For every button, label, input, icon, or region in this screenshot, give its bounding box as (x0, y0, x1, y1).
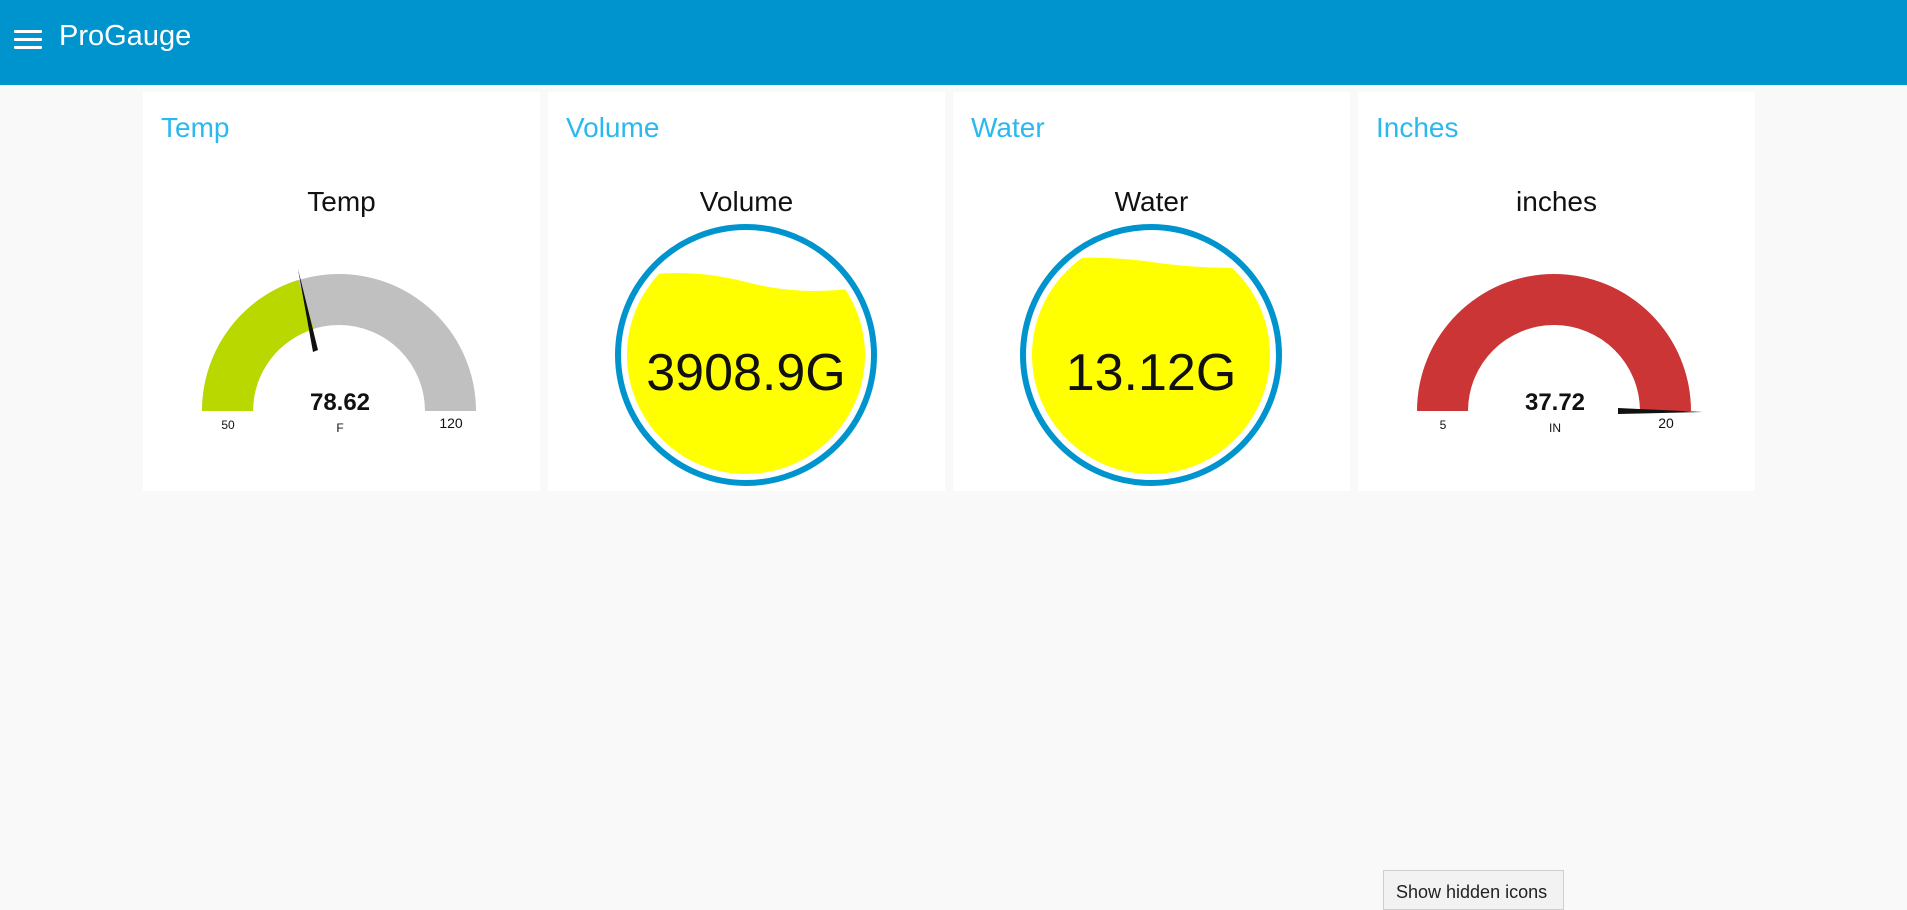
gauge-units: F (336, 421, 343, 435)
card-temp: Temp Temp 78.62 F 50 120 (143, 92, 540, 491)
card-inches: Inches inches 37.72 IN 5 20 (1358, 92, 1755, 491)
header-bar: ProGauge (0, 0, 1907, 85)
gauge-fill (201, 280, 314, 411)
gauge-value: 37.72 (1525, 389, 1585, 416)
app-title: ProGauge (59, 20, 192, 52)
level-value: 3908.9G (646, 344, 846, 402)
temp-gauge: 78.62 F 50 120 (201, 269, 476, 435)
gauge-min: 50 (221, 418, 235, 432)
level-value: 13.12G (1066, 344, 1237, 402)
volume-level-gauge: 3908.9G (615, 224, 877, 486)
show-hidden-icons-tooltip: Show hidden icons (1383, 870, 1564, 910)
gauge-units: IN (1549, 421, 1561, 435)
gauge-max: 120 (439, 415, 463, 431)
inches-gauge: 37.72 IN 5 20 (1417, 274, 1703, 435)
gauge-value: 78.62 (310, 389, 370, 416)
gauge-min: 5 (1440, 418, 1447, 432)
gauge-max: 20 (1658, 415, 1674, 431)
card-volume: Volume Volume 3908.9G (548, 92, 945, 491)
card-water: Water Water 13.12G (953, 92, 1350, 491)
water-level-gauge: 13.12G (1020, 224, 1282, 486)
hamburger-menu-icon[interactable] (14, 30, 42, 50)
